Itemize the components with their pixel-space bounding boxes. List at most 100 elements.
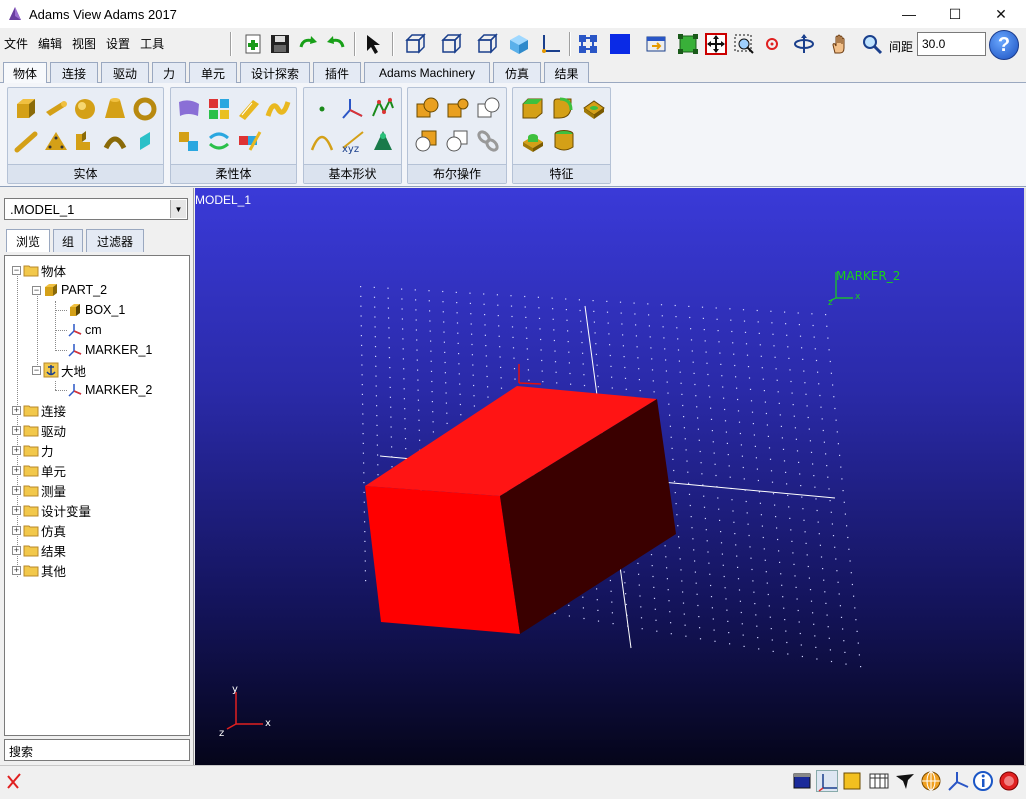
tree-node-box1[interactable]: BOX_1 (67, 300, 125, 320)
view-front-button[interactable] (402, 31, 428, 57)
rigid-to-flex-tool[interactable] (176, 128, 202, 154)
bool-split-tool[interactable] (445, 128, 471, 154)
save-button[interactable] (267, 31, 293, 57)
view-iso-button[interactable] (506, 31, 532, 57)
point-tool[interactable] (309, 96, 335, 122)
marker-tool[interactable] (340, 96, 366, 122)
tree-node-other[interactable]: + 其他 (12, 560, 66, 580)
spline-tool[interactable]: xyz (340, 128, 366, 155)
mnf-tool[interactable] (206, 96, 232, 122)
expand-toggle[interactable]: + (12, 505, 21, 515)
tab-forces[interactable]: 力 (152, 62, 186, 83)
hole-tool[interactable] (581, 96, 607, 122)
fit-view-button[interactable] (675, 31, 701, 57)
tree-node-bodies[interactable]: − 物体 (12, 260, 66, 280)
maximize-button[interactable]: ☐ (932, 0, 978, 28)
tab-groups[interactable]: 组 (53, 229, 83, 252)
frustum-tool[interactable] (102, 96, 128, 122)
undo-button[interactable] (295, 31, 321, 57)
toggle-icons-button[interactable] (643, 31, 669, 57)
cylinder-tool[interactable] (43, 96, 69, 122)
tree-node-forces[interactable]: + 力 (12, 440, 54, 460)
tree-node-elements[interactable]: + 单元 (12, 460, 66, 480)
menu-file[interactable]: 文件 (4, 35, 32, 52)
tree-node-cm[interactable]: cm (67, 320, 102, 340)
status-view-button[interactable] (894, 770, 916, 792)
bool-intersect-tool[interactable] (475, 96, 501, 122)
status-triad-button[interactable] (947, 770, 969, 792)
tab-results[interactable]: 结果 (544, 62, 589, 83)
tab-design-exploration[interactable]: 设计探索 (240, 62, 310, 83)
select-button[interactable] (361, 31, 387, 57)
menu-view[interactable]: 视图 (72, 35, 100, 52)
center-button[interactable] (759, 31, 785, 57)
tree-node-connectors[interactable]: + 连接 (12, 400, 66, 420)
link-tool[interactable] (13, 128, 39, 154)
close-button[interactable]: ✕ (978, 0, 1024, 28)
bool-chain-tool[interactable] (475, 128, 501, 154)
tab-connectors[interactable]: 连接 (50, 62, 98, 83)
flex-body-tool[interactable] (176, 96, 202, 122)
expand-toggle[interactable]: + (12, 525, 21, 535)
flex-edit-tool[interactable] (236, 128, 262, 154)
collapse-toggle[interactable]: − (12, 265, 21, 275)
tree-node-marker2[interactable]: MARKER_2 (67, 380, 152, 400)
plane-tool[interactable] (132, 128, 158, 154)
zoom-button[interactable] (859, 31, 885, 57)
tree-node-ground[interactable]: − 大地 (32, 360, 86, 380)
marker2-label[interactable]: MARKER_2 (836, 269, 900, 283)
tab-motions[interactable]: 驱动 (101, 62, 149, 83)
expand-toggle[interactable]: + (12, 465, 21, 475)
menu-tools[interactable]: 工具 (140, 35, 168, 52)
rotate-button[interactable] (791, 31, 817, 57)
status-render-button[interactable] (841, 770, 863, 792)
bool-merge-tool[interactable] (445, 96, 471, 122)
menu-settings[interactable]: 设置 (106, 35, 134, 52)
render-mode-button[interactable] (607, 31, 633, 57)
new-model-button[interactable] (240, 31, 266, 57)
tree-node-motions[interactable]: + 驱动 (12, 420, 66, 440)
view-top-button[interactable] (438, 31, 464, 57)
box-tool[interactable] (13, 96, 39, 122)
tab-browse[interactable]: 浏览 (6, 229, 50, 252)
chamfer-tool[interactable] (520, 96, 546, 122)
plate-tool[interactable] (43, 128, 69, 154)
collapse-toggle[interactable]: − (32, 365, 41, 375)
tree-node-simulations[interactable]: + 仿真 (12, 520, 66, 540)
arc-tool[interactable] (309, 128, 335, 154)
polyline-tool[interactable] (370, 96, 396, 122)
flex-link-tool[interactable] (265, 96, 291, 122)
expand-toggle[interactable]: + (12, 405, 21, 415)
model-browser-button[interactable] (575, 31, 601, 57)
tree-node-marker1[interactable]: MARKER_1 (67, 340, 152, 360)
zoom-box-button[interactable] (731, 31, 757, 57)
tab-elements[interactable]: 单元 (189, 62, 237, 83)
collapse-toggle[interactable]: − (32, 285, 41, 295)
revolution-tool[interactable] (102, 128, 128, 154)
menu-edit[interactable]: 编辑 (38, 35, 66, 52)
grid-spacing-input[interactable]: 30.0 (917, 32, 986, 56)
minimize-button[interactable]: — (886, 0, 932, 28)
extrusion-tool[interactable] (72, 128, 98, 154)
help-button[interactable]: ? (989, 30, 1019, 60)
tab-simulation[interactable]: 仿真 (493, 62, 541, 83)
torus-tool[interactable] (132, 96, 158, 122)
tree-node-results[interactable]: + 结果 (12, 540, 66, 560)
tab-adams-machinery[interactable]: Adams Machinery (364, 62, 490, 83)
expand-toggle[interactable]: + (12, 565, 21, 575)
redo-button[interactable] (323, 31, 349, 57)
fit-all-button[interactable] (703, 31, 729, 57)
expand-toggle[interactable]: + (12, 545, 21, 555)
status-coord-button[interactable] (816, 770, 838, 792)
pan-button[interactable] (827, 31, 853, 57)
expand-toggle[interactable]: + (12, 425, 21, 435)
tab-filters[interactable]: 过滤器 (86, 229, 144, 252)
fillet-tool[interactable] (551, 96, 577, 122)
expand-toggle[interactable]: + (12, 445, 21, 455)
bool-union-tool[interactable] (414, 96, 440, 122)
body-design-tool[interactable] (370, 128, 396, 154)
tree-search-input[interactable]: 搜索 (4, 739, 190, 761)
view-side-button[interactable] (474, 31, 500, 57)
status-globe-button[interactable] (920, 770, 942, 792)
boss-tool[interactable] (520, 128, 546, 154)
